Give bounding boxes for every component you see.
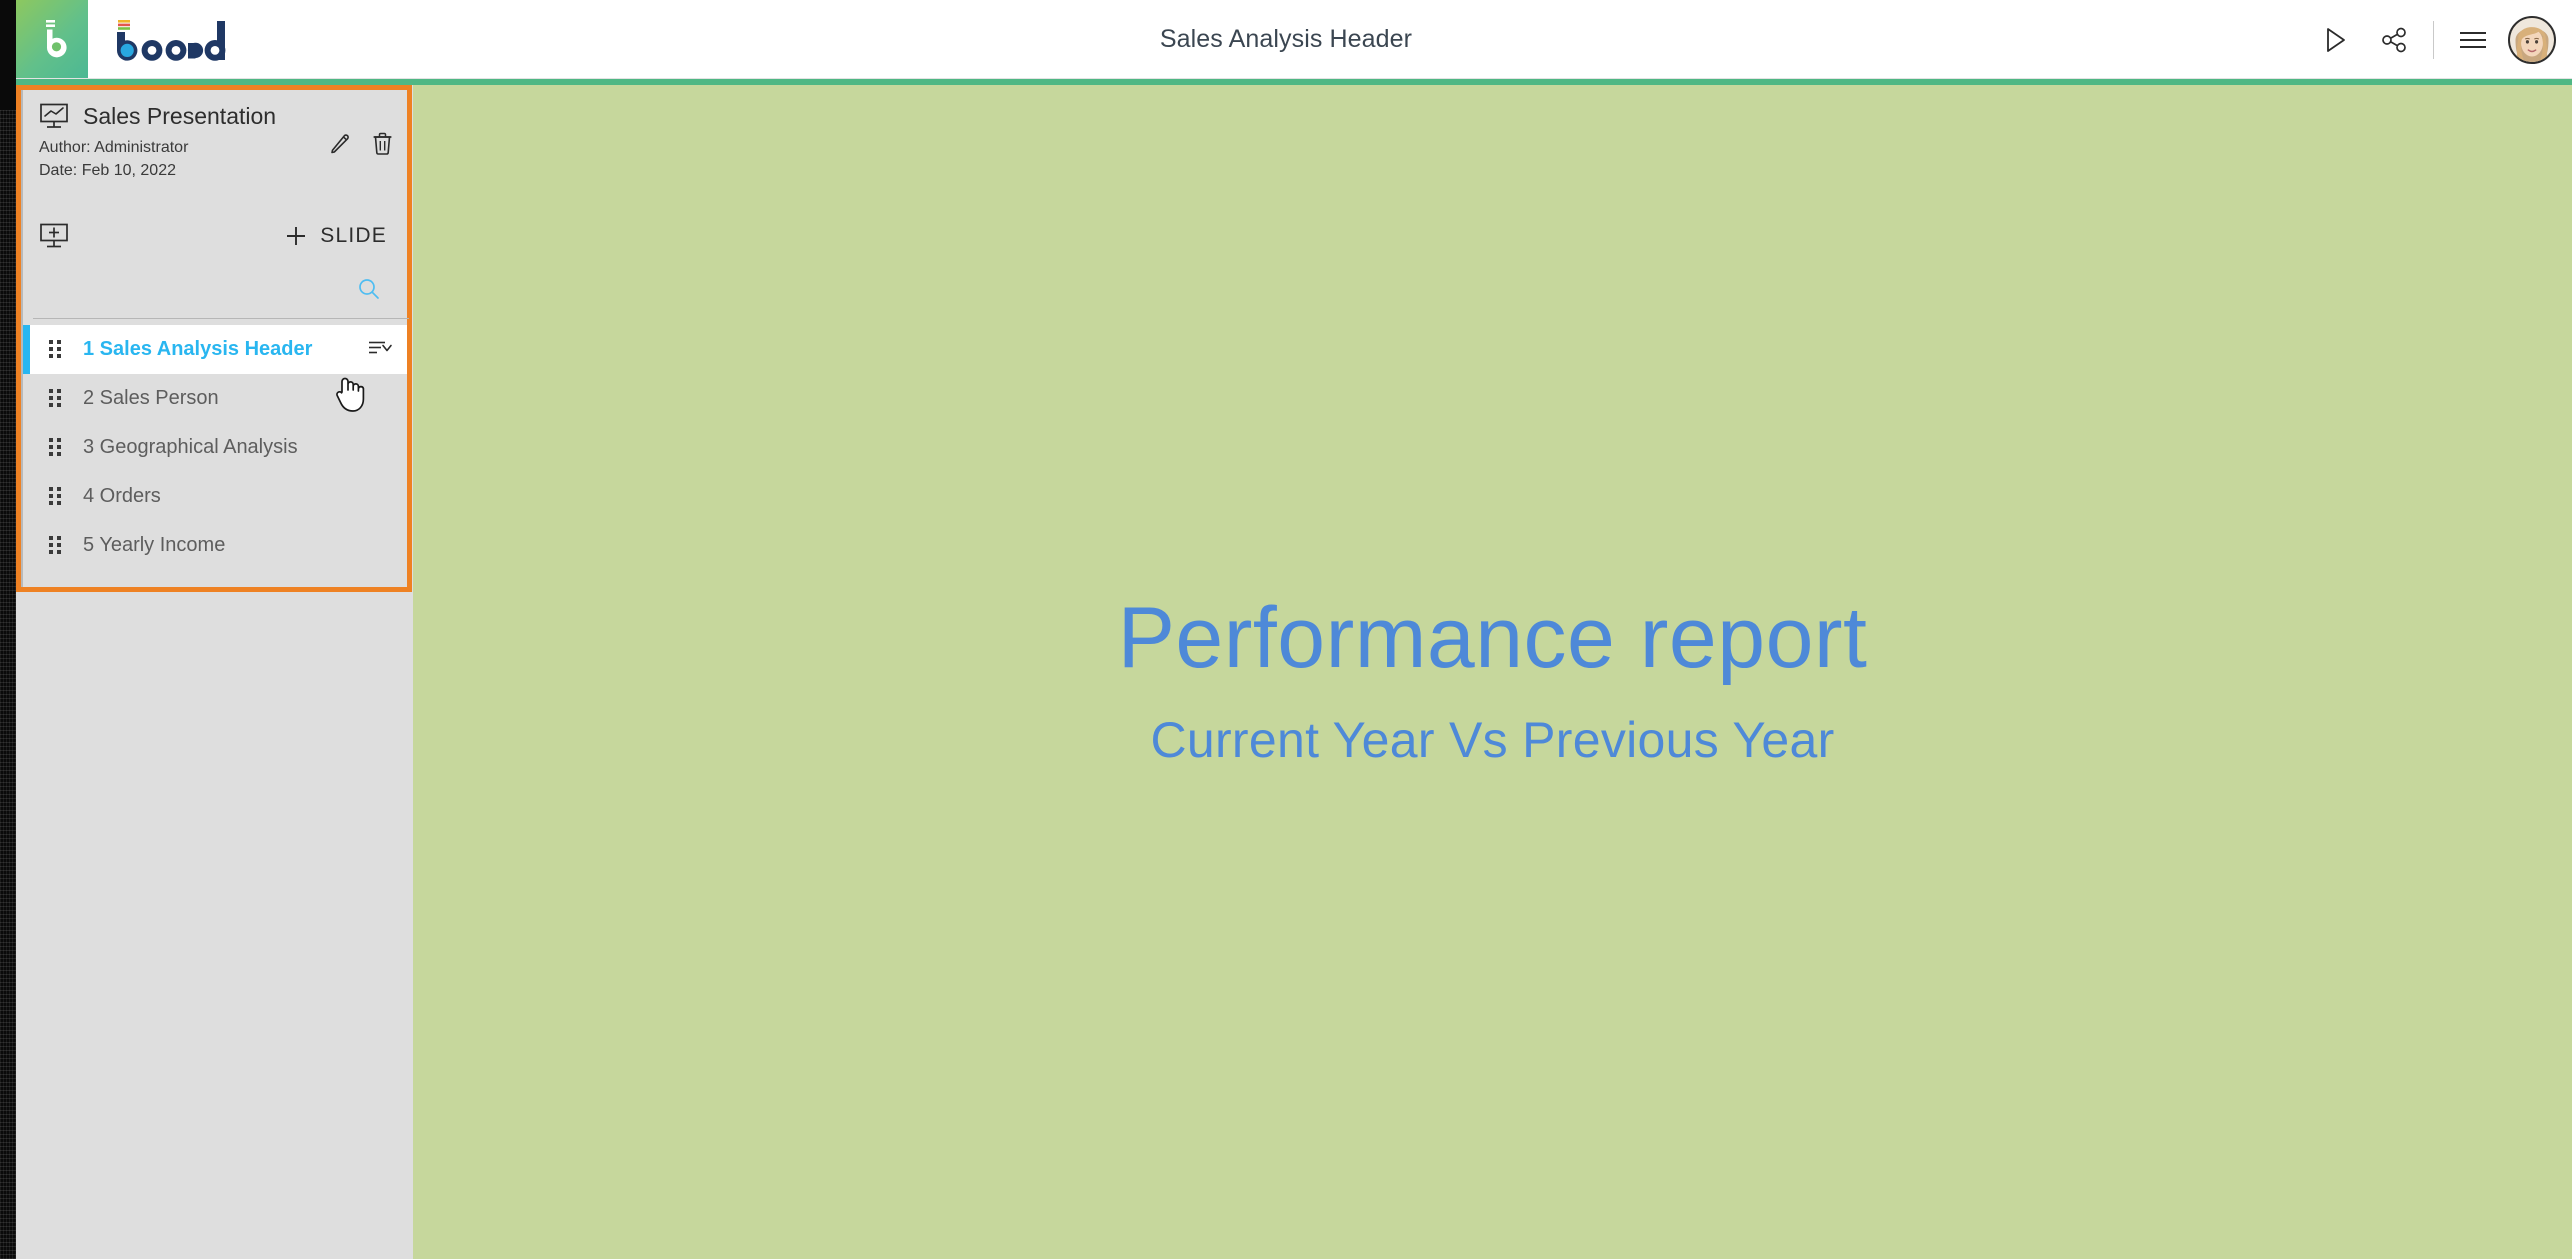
left-edge-gutter xyxy=(0,0,16,1259)
brand-wordmark xyxy=(113,14,241,64)
slide-list-item-4[interactable]: 4 Orders xyxy=(23,472,407,521)
hamburger-menu-icon[interactable] xyxy=(2444,11,2502,69)
top-bar-actions xyxy=(2307,0,2556,79)
search-row xyxy=(23,265,407,313)
slides-sidebar: Sales Presentation Author: Administrator… xyxy=(16,85,413,1259)
search-icon[interactable] xyxy=(357,277,381,301)
share-icon[interactable] xyxy=(2365,11,2423,69)
drag-handle-icon[interactable] xyxy=(49,388,63,409)
list-divider xyxy=(33,318,409,319)
avatar-photo xyxy=(2510,17,2554,62)
trash-icon[interactable] xyxy=(372,132,393,155)
list-options-icon[interactable] xyxy=(367,337,393,362)
slide-list-item-5[interactable]: 5 Yearly Income xyxy=(23,521,407,570)
pencil-icon[interactable] xyxy=(329,132,352,155)
slide-list-item-1[interactable]: 1 Sales Analysis Header xyxy=(23,325,407,374)
slide-label: 2 Sales Person xyxy=(83,387,219,409)
add-presentation-icon[interactable] xyxy=(39,223,69,250)
accent-bar xyxy=(23,423,30,472)
presentation-tools xyxy=(329,132,393,155)
play-icon[interactable] xyxy=(2307,11,2365,69)
accent-bar xyxy=(23,374,30,423)
add-slide-button[interactable]: SLIDE xyxy=(285,224,387,248)
slide-subheading: Current Year Vs Previous Year xyxy=(1150,712,1835,769)
drag-handle-icon[interactable] xyxy=(49,535,63,556)
slide-list: 1 Sales Analysis Header 2 Sales Person 3… xyxy=(23,325,407,570)
board-b-logo-icon xyxy=(46,20,67,58)
presentation-panel-selected[interactable]: Sales Presentation Author: Administrator… xyxy=(16,85,412,592)
plus-icon xyxy=(287,227,306,245)
left-edge-texture xyxy=(0,110,16,1259)
drag-handle-icon[interactable] xyxy=(49,339,63,360)
drag-handle-icon[interactable] xyxy=(49,437,63,458)
slide-label: 1 Sales Analysis Header xyxy=(83,338,313,360)
drag-handle-icon[interactable] xyxy=(49,486,63,507)
board-logo-tile[interactable] xyxy=(16,0,88,78)
avatar[interactable] xyxy=(2508,15,2556,64)
accent-strip xyxy=(16,79,2572,85)
brand-board-text xyxy=(116,20,226,61)
add-slide-label: SLIDE xyxy=(320,224,387,247)
page-title: Sales Analysis Header xyxy=(1159,25,1413,53)
top-bar: Sales Analysis Header xyxy=(0,0,2572,79)
presentation-title: Sales Presentation xyxy=(83,103,277,129)
add-row: SLIDE xyxy=(23,207,407,265)
presentation-chart-icon xyxy=(40,103,68,128)
presentation-date: Date: Feb 10, 2022 xyxy=(39,162,176,180)
active-accent-bar xyxy=(23,325,30,374)
accent-bar xyxy=(23,472,30,521)
slide-list-item-2[interactable]: 2 Sales Person xyxy=(23,374,407,423)
slide-canvas[interactable]: Performance report Current Year Vs Previ… xyxy=(413,85,2572,1259)
slide-label: 3 Geographical Analysis xyxy=(83,436,298,458)
accent-bar xyxy=(23,521,30,570)
slide-label: 5 Yearly Income xyxy=(83,534,226,556)
slide-heading: Performance report xyxy=(1117,590,1868,686)
application-root: Sales Analysis Header Performance report… xyxy=(0,0,2572,1259)
toolbar-divider xyxy=(2433,20,2434,59)
slide-label: 4 Orders xyxy=(83,485,161,507)
slide-list-item-3[interactable]: 3 Geographical Analysis xyxy=(23,423,407,472)
